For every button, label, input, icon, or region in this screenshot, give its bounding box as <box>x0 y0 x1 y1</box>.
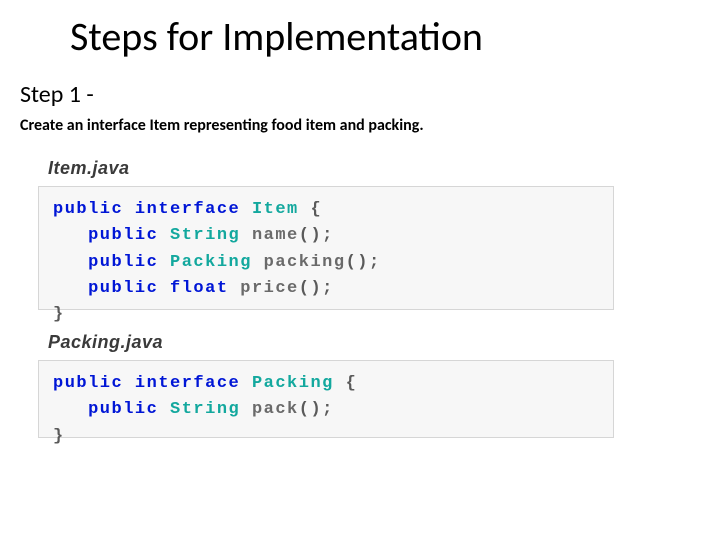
method-name: price <box>240 279 299 298</box>
keyword: interface <box>135 374 240 393</box>
punct: { <box>346 374 358 393</box>
keyword: interface <box>135 200 240 219</box>
type-name: Item <box>252 200 299 219</box>
keyword: public <box>53 200 123 219</box>
punct: (); <box>299 400 334 419</box>
punct: (); <box>299 279 334 298</box>
slide: Steps for Implementation Step 1 - Create… <box>0 0 720 540</box>
step-description: Create an interface Item representing fo… <box>20 116 424 135</box>
file-title-packing: Packing.java <box>42 332 163 353</box>
keyword: public <box>88 400 158 419</box>
method-name: pack <box>252 400 299 419</box>
type-name: Packing <box>170 253 252 272</box>
keyword: float <box>170 279 229 298</box>
page-title: Steps for Implementation <box>70 12 483 61</box>
keyword: public <box>88 279 158 298</box>
punct: (); <box>299 226 334 245</box>
punct: { <box>310 200 322 219</box>
punct: } <box>53 305 65 324</box>
method-name: name <box>252 226 299 245</box>
method-name: packing <box>264 253 346 272</box>
keyword: public <box>88 253 158 272</box>
punct: } <box>53 427 65 446</box>
type-name: Packing <box>252 374 334 393</box>
code-block-packing: public interface Packing { public String… <box>38 360 614 438</box>
type-name: String <box>170 226 240 245</box>
file-title-item: Item.java <box>42 158 130 179</box>
keyword: public <box>53 374 123 393</box>
step-label: Step 1 - <box>20 80 94 109</box>
type-name: String <box>170 400 240 419</box>
punct: (); <box>346 253 381 272</box>
keyword: public <box>88 226 158 245</box>
code-block-item: public interface Item { public String na… <box>38 186 614 310</box>
